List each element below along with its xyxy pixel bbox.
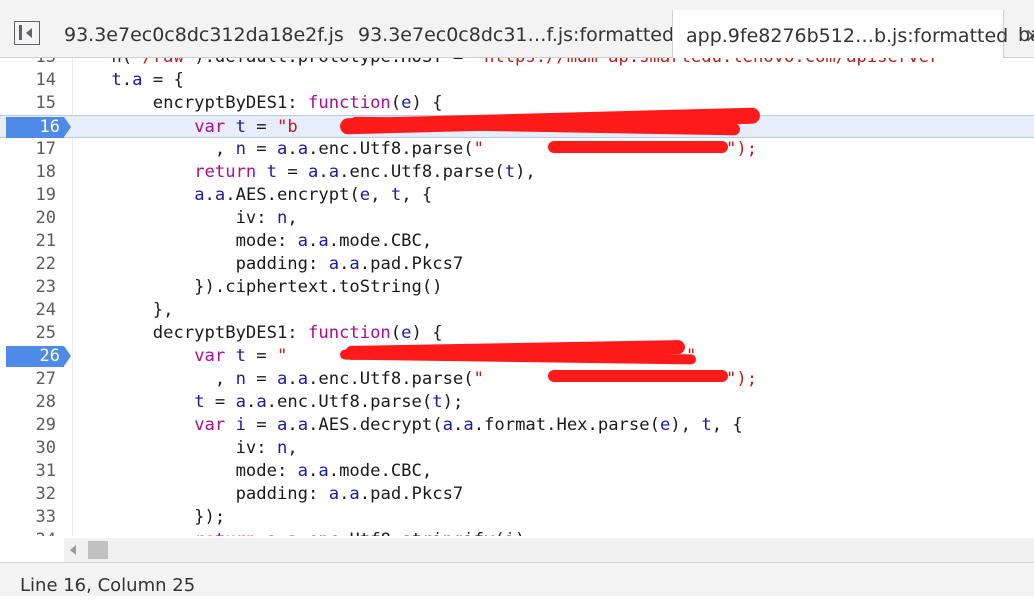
redaction-mark [548, 370, 728, 382]
line-number[interactable]: 13 [0, 58, 56, 69]
tab-app-formatted[interactable]: app.9fe8276b512…b.js:formatted × [672, 10, 1034, 59]
code-line[interactable]: 29 var i = a.a.AES.decrypt(a.a.format.He… [0, 414, 1034, 437]
tab-label: app.9fe8276b512…b.js:formatted [686, 25, 1009, 47]
code-text: mode: a.a.mode.CBC, [70, 231, 433, 251]
line-number[interactable]: 20 [0, 207, 56, 230]
code-line[interactable]: 22 padding: a.a.pad.Pkcs7 [0, 253, 1034, 276]
line-number[interactable]: 33 [0, 506, 56, 529]
code-text: mode: a.a.mode.CBC, [70, 461, 433, 481]
code-text: t.a = { [111, 70, 184, 90]
line-number[interactable]: 31 [0, 460, 56, 483]
code-editor[interactable]: 13 n("/raw").default.prototype.HOST = "h… [0, 58, 1034, 536]
line-number: 16 [39, 117, 60, 137]
scroll-left-arrow-icon[interactable] [70, 545, 76, 555]
code-text: }, [70, 300, 174, 320]
line-number: 26 [39, 346, 60, 366]
code-text: return t = a.a.enc.Utf8.parse(t), [194, 162, 536, 182]
code-text: decryptByDES1: function(e) { [70, 323, 443, 343]
breakpoint-marker[interactable]: 16 [6, 117, 71, 138]
line-number[interactable]: 29 [0, 414, 56, 437]
redaction-mark [548, 141, 728, 153]
tab-label: 93.3e7ec0c8dc312da18e2f.js [64, 24, 344, 46]
code-text: t = a.a.enc.Utf8.parse(t); [194, 392, 464, 412]
code-line[interactable]: 24 }, [0, 299, 1034, 322]
line-number[interactable]: 19 [0, 184, 56, 207]
code-line[interactable]: 31 mode: a.a.mode.CBC, [0, 460, 1034, 483]
tab-label: ba [1018, 24, 1034, 46]
code-line[interactable]: 13 n("/raw").default.prototype.HOST = "h… [0, 58, 1034, 69]
scrollbar-thumb[interactable] [88, 541, 108, 559]
horizontal-scrollbar[interactable] [64, 538, 1034, 562]
tab-label: 93.3e7ec0c8dc31…f.js:formatted [358, 24, 675, 46]
line-number[interactable]: 28 [0, 391, 56, 414]
line-number[interactable]: 27 [0, 368, 56, 391]
cursor-position: Line 16, Column 25 [20, 575, 196, 596]
tab-overflow[interactable]: ba [1018, 10, 1034, 58]
code-line[interactable]: 25 decryptByDES1: function(e) { [0, 322, 1034, 345]
code-line[interactable]: 23 }).ciphertext.toString() [0, 276, 1034, 299]
line-number[interactable]: 22 [0, 253, 56, 276]
line-number[interactable]: 30 [0, 437, 56, 460]
code-line[interactable]: 20 iv: n, [0, 207, 1034, 230]
editor-tab-bar: 93.3e7ec0c8dc312da18e2f.js 93.3e7ec0c8dc… [0, 0, 1034, 59]
code-text: return a.a.enc.Utf8.stringify(i) [70, 529, 525, 536]
code-text: a.a.AES.encrypt(e, t, { [194, 185, 433, 205]
code-text: , n = a.a.enc.Utf8.parse(" [70, 369, 484, 389]
code-text: n("/raw").default.prototype.HOST = "http… [70, 58, 939, 69]
line-number[interactable]: 15 [0, 92, 56, 115]
status-bar: Line 16, Column 25 [0, 562, 1034, 596]
window-top-strip [0, 0, 1034, 10]
line-number[interactable]: 32 [0, 483, 56, 506]
code-text-tail: "); [726, 369, 758, 389]
navigator-toggle-icon[interactable] [14, 21, 40, 45]
code-text: }).ciphertext.toString() [70, 277, 443, 297]
line-number[interactable]: 25 [0, 322, 56, 345]
code-line[interactable]: 33 }); [0, 506, 1034, 529]
line-number[interactable]: 14 [0, 69, 56, 92]
code-text: padding: a.a.pad.Pkcs7 [70, 484, 464, 504]
code-text: encryptByDES1: function(e) { [70, 93, 443, 113]
code-line[interactable]: 34 return a.a.enc.Utf8.stringify(i) [0, 529, 1034, 536]
code-line[interactable]: 15 encryptByDES1: function(e) { [0, 92, 1034, 115]
code-text: padding: a.a.pad.Pkcs7 [70, 254, 464, 274]
code-line[interactable]: 14 t.a = { [0, 69, 1034, 92]
code-text: iv: n, [70, 438, 298, 458]
code-line[interactable]: 21 mode: a.a.mode.CBC, [0, 230, 1034, 253]
code-text: var i = a.a.AES.decrypt(a.a.format.Hex.p… [194, 415, 743, 435]
code-text-tail: "); [726, 139, 758, 159]
line-number[interactable]: 21 [0, 230, 56, 253]
code-text: }); [70, 507, 226, 527]
code-line[interactable]: 27 , n = a.a.enc.Utf8.parse(" "); [0, 368, 1034, 391]
code-text: var t = " [194, 346, 288, 366]
code-line[interactable]: 32 padding: a.a.pad.Pkcs7 [0, 483, 1034, 506]
code-line[interactable]: 28 t = a.a.enc.Utf8.parse(t); [0, 391, 1034, 414]
line-number[interactable]: 24 [0, 299, 56, 322]
code-line[interactable]: 19 a.a.AES.encrypt(e, t, { [0, 184, 1034, 207]
code-text: , n = a.a.enc.Utf8.parse(" [70, 139, 484, 159]
tab-bundle-formatted[interactable]: 93.3e7ec0c8dc31…f.js:formatted [358, 10, 674, 58]
tab-bundle-js[interactable]: 93.3e7ec0c8dc312da18e2f.js [64, 10, 344, 58]
line-number[interactable]: 17 [0, 138, 56, 161]
breakpoint-marker[interactable]: 26 [6, 346, 71, 367]
code-text: var t = "b [194, 117, 298, 137]
line-number[interactable]: 18 [0, 161, 56, 184]
code-text: iv: n, [70, 208, 298, 228]
code-line[interactable]: 18 return t = a.a.enc.Utf8.parse(t), [0, 161, 1034, 184]
code-line[interactable]: 30 iv: n, [0, 437, 1034, 460]
line-number[interactable]: 23 [0, 276, 56, 299]
code-line[interactable]: 17 , n = a.a.enc.Utf8.parse(" "); [0, 138, 1034, 161]
line-number[interactable]: 34 [0, 529, 56, 536]
